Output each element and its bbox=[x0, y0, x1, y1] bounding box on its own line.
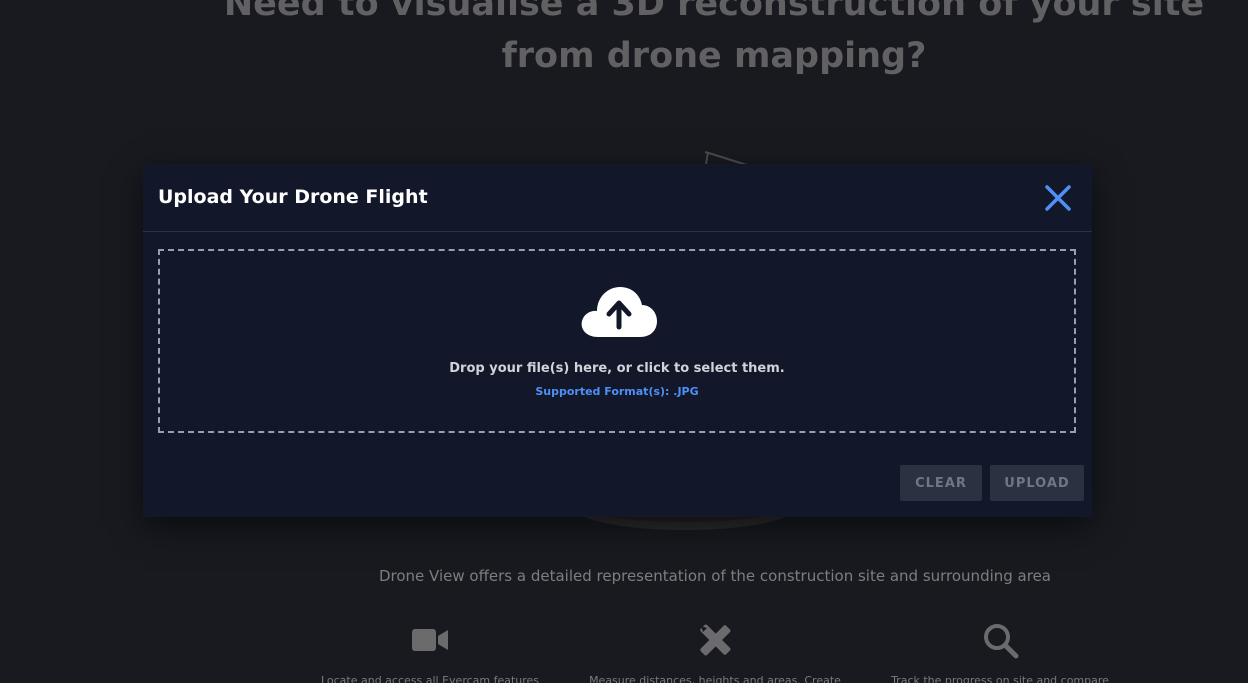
dialog-header: Upload Your Drone Flight bbox=[143, 164, 1092, 232]
close-button[interactable] bbox=[1042, 182, 1074, 214]
dropzone-instructions: Drop your file(s) here, or click to sele… bbox=[449, 361, 785, 376]
close-icon bbox=[1045, 185, 1071, 211]
upload-button[interactable]: UPLOAD bbox=[990, 465, 1084, 501]
supported-formats: Supported Format(s): .JPG bbox=[535, 385, 699, 398]
clear-button[interactable]: CLEAR bbox=[900, 465, 982, 501]
file-dropzone[interactable]: Drop your file(s) here, or click to sele… bbox=[158, 249, 1076, 433]
dialog-title: Upload Your Drone Flight bbox=[158, 186, 428, 208]
upload-dialog: Upload Your Drone Flight Drop your file(… bbox=[143, 164, 1092, 517]
cloud-upload-icon bbox=[581, 287, 657, 337]
